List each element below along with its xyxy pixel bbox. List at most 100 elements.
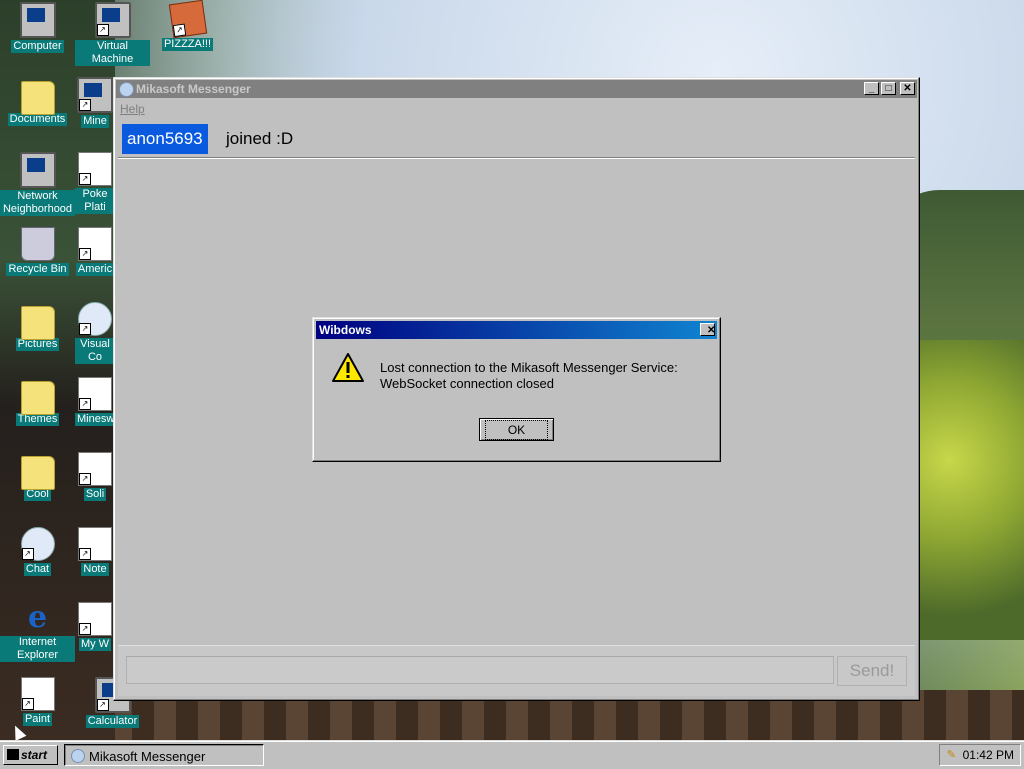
- error-dialog: Wibdows ✕ Lost connection to the Mikasof…: [312, 317, 721, 462]
- window-title: Mikasoft Messenger: [136, 82, 251, 96]
- start-button[interactable]: start: [3, 745, 58, 765]
- icon-label: Minesw: [75, 413, 115, 426]
- icon-label: Note: [81, 563, 109, 576]
- menu-help[interactable]: Help: [120, 102, 145, 116]
- desktop-icon-cool[interactable]: Cool: [0, 452, 75, 501]
- folder-icon: [20, 81, 55, 115]
- shortcut-arrow-icon: ↗: [79, 323, 91, 335]
- desktop-icon-network-neighborhood[interactable]: Network Neighborhood: [0, 152, 75, 216]
- icon-label: Soli: [83, 488, 107, 501]
- shortcut-arrow-icon: ↗: [172, 23, 186, 38]
- desktop-icon-virtual-machine[interactable]: ↗ Virtual Machine: [75, 2, 150, 66]
- shortcut-arrow-icon: ↗: [79, 173, 91, 185]
- shortcut-arrow-icon: ↗: [79, 548, 91, 560]
- minimize-button[interactable]: _: [864, 82, 879, 95]
- message-text: joined :D: [226, 129, 294, 148]
- app-icon: ↗: [78, 377, 112, 411]
- app-icon: ↗: [77, 77, 113, 113]
- icon-label: PIZZZA!!!: [161, 38, 214, 51]
- app-icon: ↗: [78, 302, 112, 336]
- icon-label: Virtual Machine: [75, 40, 150, 66]
- desktop-icon-pizza[interactable]: ↗ PIZZZA!!!: [150, 0, 225, 51]
- key-icon[interactable]: ✎: [946, 749, 956, 761]
- dialog-title: Wibdows: [319, 323, 372, 337]
- close-button[interactable]: ✕: [900, 82, 915, 95]
- dialog-message-line-1: Lost connection to the Mikasoft Messenge…: [380, 360, 678, 375]
- warning-icon: [332, 353, 364, 382]
- desktop-icon-chat[interactable]: ↗ Chat: [0, 527, 75, 576]
- shortcut-arrow-icon: ↗: [21, 698, 34, 710]
- icon-label: Americ: [75, 263, 115, 276]
- icon-label: Recycle Bin: [6, 263, 69, 276]
- desktop-icon-pictures[interactable]: Pictures: [0, 302, 75, 351]
- ok-button-label: OK: [484, 419, 549, 440]
- ok-button[interactable]: OK: [479, 418, 554, 441]
- taskbar: start Mikasoft Messenger ✎ 01:42 PM: [0, 740, 1024, 769]
- internet-explorer-icon: e: [27, 600, 48, 635]
- chat-message-row: anon5693 joined :D: [118, 120, 915, 159]
- send-button[interactable]: Send!: [837, 656, 907, 686]
- app-icon: ↗: [78, 527, 112, 561]
- icon-label: My W: [78, 638, 112, 651]
- desktop-icon-computer[interactable]: Computer: [0, 2, 75, 53]
- network-icon: [19, 152, 56, 188]
- desktop-icon-mine[interactable]: ↗ Mine: [75, 77, 115, 128]
- messenger-titlebar[interactable]: Mikasoft Messenger _ □ ✕: [116, 80, 917, 98]
- folder-icon: [20, 306, 55, 340]
- recycle-bin-icon: [20, 227, 55, 261]
- icon-label: Computer: [11, 40, 64, 53]
- start-label: start: [21, 748, 48, 762]
- icon-label: Calculator: [85, 715, 140, 728]
- shortcut-arrow-icon: ↗: [21, 548, 34, 560]
- desktop-icon-recycle-bin[interactable]: Recycle Bin: [0, 227, 75, 276]
- flag-icon: ↗: [78, 227, 112, 261]
- dialog-message-line-2: WebSocket connection closed: [380, 376, 554, 391]
- desktop-icon-documents[interactable]: Documents: [0, 77, 75, 126]
- shortcut-arrow-icon: ↗: [79, 623, 91, 635]
- start-logo-icon: [7, 749, 19, 760]
- desktop-icon-my-w[interactable]: ↗ My W: [75, 602, 115, 651]
- message-input[interactable]: [126, 656, 834, 684]
- icon-label: Visual Co: [75, 338, 115, 364]
- desktop-icon-visual-co[interactable]: ↗ Visual Co: [75, 302, 115, 364]
- desktop-icon-poke-plati[interactable]: ↗ Poke Plati: [75, 152, 115, 214]
- messenger-icon: [71, 749, 85, 763]
- taskbar-item-messenger[interactable]: Mikasoft Messenger: [64, 744, 264, 766]
- dialog-close-button[interactable]: ✕: [700, 323, 715, 336]
- icon-label: Mine: [81, 115, 109, 128]
- message-composer: Send!: [118, 645, 915, 696]
- dialog-message: Lost connection to the Mikasoft Messenge…: [380, 360, 710, 392]
- maximize-button[interactable]: □: [881, 82, 896, 95]
- shortcut-arrow-icon: ↗: [96, 24, 109, 36]
- desktop-icon-note[interactable]: ↗ Note: [75, 527, 115, 576]
- app-icon: ↗: [78, 602, 112, 636]
- menu-bar: Help: [120, 100, 145, 118]
- dialog-titlebar[interactable]: Wibdows ✕: [316, 321, 717, 339]
- desktop-icon-minesw[interactable]: ↗ Minesw: [75, 377, 115, 426]
- message-username: anon5693: [122, 124, 208, 154]
- shortcut-arrow-icon: ↗: [96, 699, 109, 711]
- shortcut-arrow-icon: ↗: [79, 99, 91, 111]
- desktop-icon-internet-explorer[interactable]: e Internet Explorer: [0, 602, 75, 662]
- clock: 01:42 PM: [962, 748, 1014, 762]
- desktop-icon-themes[interactable]: Themes: [0, 377, 75, 426]
- icon-label: Internet Explorer: [0, 636, 75, 662]
- chat-icon: ↗: [20, 527, 55, 561]
- app-icon: ↗: [78, 152, 112, 186]
- pizza-icon: ↗: [168, 0, 207, 39]
- shortcut-arrow-icon: ↗: [79, 398, 91, 410]
- system-tray: ✎ 01:42 PM: [939, 744, 1021, 766]
- messenger-icon: [119, 82, 134, 97]
- icon-label: Network Neighborhood: [0, 190, 75, 216]
- computer-icon: ↗: [94, 2, 131, 38]
- desktop-icon-americ[interactable]: ↗ Americ: [75, 227, 115, 276]
- icon-label: Poke Plati: [75, 188, 115, 214]
- desktop-icon-paint[interactable]: ↗ Paint: [0, 677, 75, 726]
- folder-icon: [20, 456, 55, 490]
- shortcut-arrow-icon: ↗: [79, 248, 91, 260]
- paint-icon: ↗: [20, 677, 55, 711]
- taskbar-item-label: Mikasoft Messenger: [89, 749, 206, 764]
- desktop-icon-soli[interactable]: ↗ Soli: [75, 452, 115, 501]
- icon-label: Paint: [22, 713, 53, 726]
- app-icon: ↗: [78, 452, 112, 486]
